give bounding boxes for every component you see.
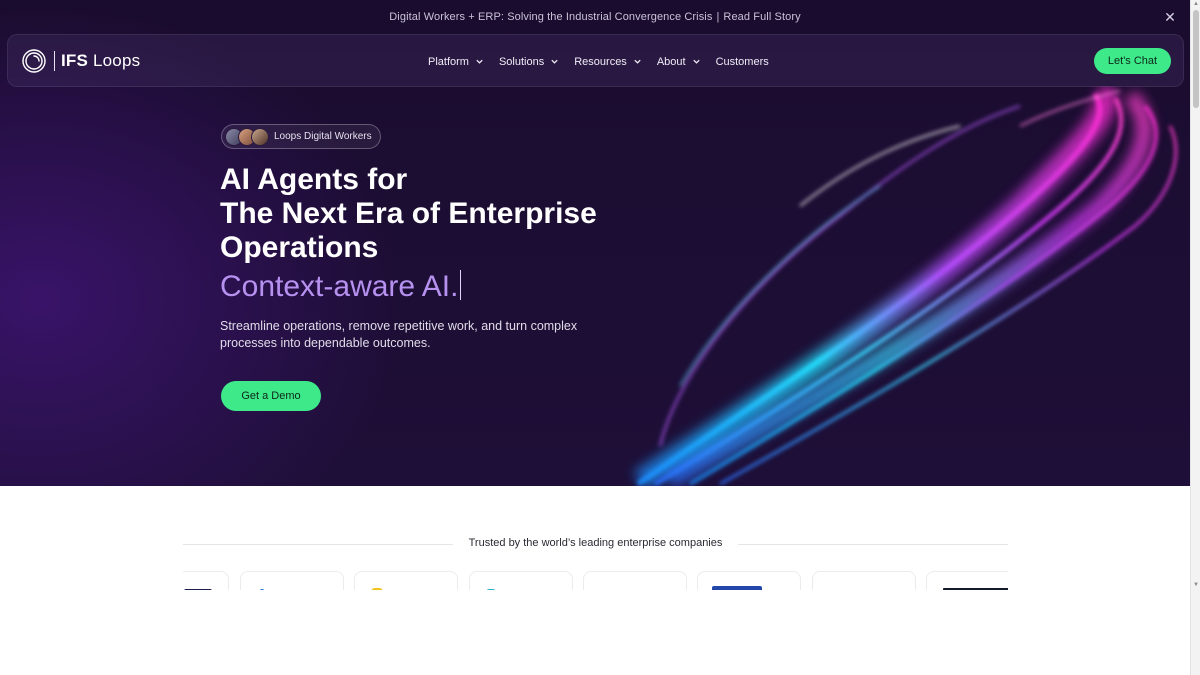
- nav-item-label: Customers: [715, 55, 769, 68]
- read-full-story-link[interactable]: Read Full Story: [723, 11, 800, 23]
- headline-line: AI Agents for: [220, 163, 408, 196]
- pill-label: Loops Digital Workers: [274, 131, 372, 142]
- divider-line-left: [183, 544, 453, 545]
- close-icon[interactable]: ✕: [1162, 9, 1178, 25]
- logo-divider: [54, 51, 55, 71]
- vertical-scrollbar[interactable]: ▲ ▼: [1190, 0, 1200, 675]
- nav-item-about[interactable]: About: [657, 56, 701, 68]
- chevron-down-icon: [551, 59, 558, 64]
- scroll-down-icon[interactable]: ▼: [1193, 582, 1199, 588]
- customer-logo-card: [183, 571, 229, 591]
- typed-tagline: Context-aware AI.: [220, 268, 462, 306]
- brand-name: IFS Loops: [61, 51, 141, 70]
- lets-chat-button[interactable]: Let's Chat: [1094, 48, 1171, 74]
- announcement-text: Digital Workers + ERP: Solving the Indus…: [389, 11, 713, 23]
- avatar-group: [225, 127, 269, 146]
- hero-swirl-art: [634, 86, 1178, 486]
- chevron-down-icon: [692, 59, 700, 64]
- digital-workers-pill[interactable]: Loops Digital Workers: [221, 124, 381, 149]
- customer-logo-card: [469, 571, 573, 591]
- page: Digital Workers + ERP: Solving the Indus…: [0, 0, 1190, 675]
- scroll-up-icon[interactable]: ▲: [1193, 1, 1199, 7]
- get-demo-button[interactable]: Get a Demo: [221, 381, 321, 411]
- customer-logo-card: [240, 571, 344, 591]
- text-caret: [460, 270, 462, 300]
- brand-logo[interactable]: IFS Loops: [20, 47, 140, 75]
- nav-item-label: About: [656, 55, 686, 68]
- hero-section: Digital Workers + ERP: Solving the Indus…: [0, 0, 1190, 486]
- main-nav: Platform Solutions Resources About Custo…: [428, 35, 784, 88]
- nav-item-resources[interactable]: Resources: [574, 56, 642, 68]
- headline-line: Operations: [220, 231, 379, 264]
- chevron-down-icon: [634, 59, 641, 64]
- customer-logo-card: [583, 571, 687, 591]
- customer-logo-card: [697, 571, 801, 591]
- loops-logo-icon: [22, 49, 46, 73]
- nav-item-label: Resources: [574, 55, 627, 68]
- page-bottom-area: [0, 590, 1190, 675]
- avatar: [251, 127, 269, 146]
- headline-line: The Next Era of Enterprise: [220, 197, 597, 230]
- scrollbar-thumb[interactable]: [1193, 10, 1199, 108]
- nav-item-customers[interactable]: Customers: [716, 56, 769, 68]
- announcement-separator: |: [716, 11, 720, 23]
- customer-logo-card: [354, 571, 458, 591]
- customer-logo-card: [812, 571, 916, 591]
- customer-logo-strip: [183, 571, 1008, 591]
- customer-logo-card: [926, 571, 1008, 591]
- nav-item-label: Platform: [428, 55, 469, 68]
- trusted-heading: Trusted by the world’s leading enterpris…: [468, 537, 723, 549]
- chevron-down-icon: [476, 59, 483, 64]
- nav-item-platform[interactable]: Platform: [428, 56, 484, 68]
- divider-line-right: [738, 544, 1008, 545]
- announcement-bar: Digital Workers + ERP: Solving the Indus…: [0, 0, 1190, 34]
- typed-text: Context-aware AI.: [220, 270, 459, 303]
- nav-item-solutions[interactable]: Solutions: [499, 56, 559, 68]
- hero-headline: AI Agents for The Next Era of Enterprise…: [220, 163, 640, 265]
- navbar: IFS Loops Platform Solutions Resources A…: [7, 34, 1184, 87]
- hero-subtitle: Streamline operations, remove repetitive…: [220, 319, 578, 350]
- nav-item-label: Solutions: [498, 55, 545, 68]
